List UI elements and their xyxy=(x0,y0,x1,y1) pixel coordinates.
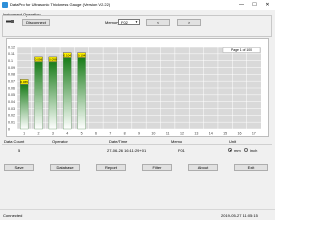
unit-mm-radio[interactable] xyxy=(228,148,232,152)
status-datetime: 2019-05-27 11:05:15 xyxy=(221,213,258,218)
bar[interactable] xyxy=(77,57,86,130)
x-tick-label: 2 xyxy=(38,132,40,136)
x-tick-label: 1 xyxy=(23,132,25,136)
unit-inch-radio[interactable] xyxy=(244,148,248,152)
bar-value-label: 0.104 xyxy=(63,53,71,57)
chevron-down-icon: ▼ xyxy=(135,20,138,24)
y-tick-label: 0.12 xyxy=(8,45,15,49)
bar-value-label: 0.065 xyxy=(20,80,28,84)
y-tick-label: 0.09 xyxy=(8,66,15,70)
title-bar: DataPro for Ultrasonic Thickness Gauge (… xyxy=(0,0,275,10)
x-tick-label: 16 xyxy=(237,132,241,136)
app-icon xyxy=(2,2,8,8)
x-tick-label: 6 xyxy=(95,132,97,136)
report-button[interactable]: Report xyxy=(96,164,126,171)
x-tick-label: 10 xyxy=(151,132,155,136)
bar[interactable] xyxy=(20,84,29,130)
unit-mm-label: mm xyxy=(234,148,241,153)
data-count-value: 5 xyxy=(18,148,21,153)
maximize-button[interactable]: ☐ xyxy=(249,0,260,10)
chart-svg: 0.12 0.11 0.1 0.09 0.08 0.07 0.06 0.05 0.04 0.03 0… xyxy=(8,45,261,136)
thickness-chart: 0.12 0.11 0.1 0.09 0.08 0.07 0.06 0.05 0.04 0.03 0… xyxy=(6,38,269,137)
page-label: Page 1 of 100 xyxy=(231,48,252,52)
y-tick-label: 0.01 xyxy=(8,120,15,124)
bar-value-label: 0.098 xyxy=(49,57,57,61)
memory-select-value: F02 xyxy=(121,20,128,25)
status-bar: Connected 2019-05-27 11:05:15 xyxy=(0,209,275,220)
y-tick-label: 0.07 xyxy=(8,79,15,83)
app-window: DataPro for Ultrasonic Thickness Gauge (… xyxy=(0,0,275,220)
x-tick-label: 12 xyxy=(180,132,184,136)
bar[interactable] xyxy=(63,57,72,130)
save-button[interactable]: Save xyxy=(4,164,34,171)
prev-memory-button[interactable]: < xyxy=(146,19,170,26)
about-button[interactable]: About xyxy=(188,164,218,171)
disconnect-button[interactable]: Disconnect xyxy=(22,19,50,26)
filter-button[interactable]: Filter xyxy=(142,164,172,171)
memo-value: F01 xyxy=(178,148,185,153)
bar[interactable] xyxy=(48,61,57,130)
usb-icon xyxy=(6,20,14,23)
bar-value-label: 0.104 xyxy=(78,53,86,57)
datetime-value: 27-06-26 16:11:29+01 xyxy=(107,148,147,153)
x-tick-label: 17 xyxy=(252,132,256,136)
y-tick-label: 0 xyxy=(8,127,10,131)
y-tick-label: 0.08 xyxy=(8,73,15,77)
window-title: DataPro for Ultrasonic Thickness Gauge (… xyxy=(10,2,111,7)
y-tick-label: 0.04 xyxy=(8,100,15,104)
memory-select[interactable]: F02 ▼ xyxy=(118,19,140,25)
x-tick-label: 5 xyxy=(81,132,83,136)
exit-button[interactable]: Exit xyxy=(234,164,268,171)
bar-value-label: 0.098 xyxy=(35,57,43,61)
x-tick-label: 7 xyxy=(109,132,111,136)
x-tick-label: 13 xyxy=(194,132,198,136)
y-tick-label: 0.1 xyxy=(8,59,13,63)
unit-inch-label: inch xyxy=(250,148,258,153)
x-tick-label: 3 xyxy=(52,132,54,136)
bar[interactable] xyxy=(34,61,43,130)
x-tick-label: 8 xyxy=(124,132,126,136)
x-tick-label: 11 xyxy=(166,132,170,136)
info-divider xyxy=(2,144,272,145)
x-tick-label: 9 xyxy=(138,132,140,136)
y-tick-label: 0.02 xyxy=(8,114,15,118)
y-tick-label: 0.06 xyxy=(8,86,15,90)
close-button[interactable]: ✕ xyxy=(262,0,273,10)
y-tick-label: 0.11 xyxy=(8,52,15,56)
minimize-button[interactable]: — xyxy=(236,0,247,10)
x-tick-label: 15 xyxy=(223,132,227,136)
x-tick-label: 4 xyxy=(66,132,68,136)
status-connection: Connected xyxy=(3,213,23,218)
x-tick-label: 14 xyxy=(209,132,213,136)
y-tick-label: 0.03 xyxy=(8,107,15,111)
next-memory-button[interactable]: > xyxy=(177,19,201,26)
database-button[interactable]: Database xyxy=(50,164,80,171)
y-tick-label: 0.05 xyxy=(8,93,15,97)
